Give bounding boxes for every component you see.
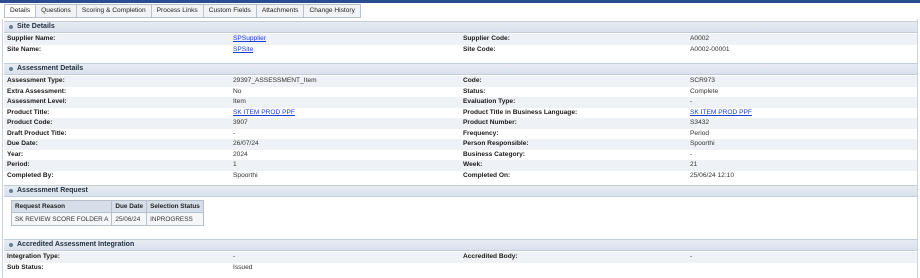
collapse-icon xyxy=(9,189,13,193)
assessment-request-table: Request Reason Due Date Selection Status… xyxy=(10,200,204,226)
field-label: Code: xyxy=(463,77,482,84)
detail-row: Product Code: 3907 Product Number: S3432 xyxy=(4,118,917,129)
field-value: Item xyxy=(233,98,246,105)
accredited-integration-header[interactable]: Accredited Assessment Integration xyxy=(4,239,917,251)
field-label: Sub Status: xyxy=(7,263,44,271)
table-header-row: Request Reason Due Date Selection Status xyxy=(10,200,204,213)
section-title: Assessment Request xyxy=(17,187,88,194)
field-value: Complete xyxy=(690,87,719,95)
detail-row: Year: 2024 Business Category: - xyxy=(4,150,917,161)
assessment-request-header[interactable]: Assessment Request xyxy=(4,185,917,197)
top-accent-bar xyxy=(0,0,920,3)
column-header[interactable]: Due Date xyxy=(111,200,148,213)
field-label: Completed On: xyxy=(463,171,511,179)
field-label: Frequency: xyxy=(463,129,499,137)
field-label: Extra Assessment: xyxy=(7,87,67,95)
field-value: - xyxy=(690,150,693,158)
detail-row: Due Date: 26/07/24 Person Responsible: S… xyxy=(4,139,917,150)
detail-row: Completed By: Spoorthi Completed On: 25/… xyxy=(4,171,917,182)
field-label: Assessment Type: xyxy=(7,77,65,84)
field-value: Spoorthi xyxy=(233,171,258,179)
tab-attachments[interactable]: Attachments xyxy=(256,4,305,18)
collapse-icon xyxy=(9,25,13,29)
field-value: - xyxy=(233,129,236,137)
field-label: Supplier Name: xyxy=(7,35,56,42)
detail-row: Draft Product Title: - Frequency: Period xyxy=(4,129,917,140)
field-label: Product Number: xyxy=(463,119,517,126)
table-cell: 25/06/24 xyxy=(111,212,148,226)
section-title: Accredited Assessment Integration xyxy=(17,241,135,248)
table-cell: INPROGRESS xyxy=(146,212,204,226)
product-title-link[interactable]: SK ITEM PROD PPF xyxy=(233,108,295,118)
field-value: A0002 xyxy=(690,35,710,42)
field-value: 2024 xyxy=(233,150,248,158)
tab-questions[interactable]: Questions xyxy=(36,4,77,18)
section-title: Assessment Details xyxy=(17,65,84,72)
field-value: Period xyxy=(690,129,710,137)
details-panel: Site Details Supplier Name: SPSupplier S… xyxy=(2,19,918,278)
column-header[interactable]: Request Reason xyxy=(10,200,113,213)
field-label: Site Name: xyxy=(7,45,42,53)
assessment-details-header[interactable]: Assessment Details xyxy=(4,63,917,75)
field-label: Due Date: xyxy=(7,140,38,147)
table-row[interactable]: SK REVIEW SCORE FOLDER A 25/06/24 INPROG… xyxy=(10,212,204,226)
field-label: Week: xyxy=(463,161,483,168)
field-value: 26/07/24 xyxy=(233,140,259,147)
field-value: Spoorthi xyxy=(690,140,715,147)
detail-row: Assessment Level: Item Evaluation Type: … xyxy=(4,97,917,108)
site-name-link[interactable]: SPSite xyxy=(233,45,253,55)
tab-bar: Details Questions Scoring & Completion P… xyxy=(4,4,361,18)
field-value: S3432 xyxy=(690,119,710,126)
detail-row: Product Title: SK ITEM PROD PPF Product … xyxy=(4,108,917,119)
field-label: Draft Product Title: xyxy=(7,129,67,137)
field-label: Business Category: xyxy=(463,150,525,158)
field-value: SCR973 xyxy=(690,77,715,84)
detail-row: Integration Type: - Accredited Body: - xyxy=(4,252,917,263)
field-value: - xyxy=(233,253,236,260)
section-title: Site Details xyxy=(17,23,55,30)
collapse-icon xyxy=(9,243,13,247)
detail-row: Sub Status: Issued xyxy=(4,263,917,274)
field-label: Completed By: xyxy=(7,171,54,179)
tab-process-links[interactable]: Process Links xyxy=(151,4,204,18)
tab-scoring-completion[interactable]: Scoring & Completion xyxy=(76,4,152,18)
field-label: Year: xyxy=(7,150,24,158)
column-header[interactable]: Selection Status xyxy=(146,200,204,213)
field-label: Product Title: xyxy=(7,108,50,116)
supplier-name-link[interactable]: SPSupplier xyxy=(233,34,266,44)
detail-row: Period: 1 Week: 21 xyxy=(4,160,917,171)
field-value: A0002-00001 xyxy=(690,45,730,53)
field-label: Status: xyxy=(463,87,486,95)
field-label: Supplier Code: xyxy=(463,35,510,42)
field-label: Accredited Body: xyxy=(463,253,518,260)
field-value: 1 xyxy=(233,161,237,168)
detail-row: Extra Assessment: No Status: Complete xyxy=(4,87,917,98)
field-label: Period: xyxy=(7,161,30,168)
field-label: Evaluation Type: xyxy=(463,98,516,105)
field-value: 21 xyxy=(690,161,698,168)
field-label: Product Code: xyxy=(7,119,53,126)
tab-details[interactable]: Details xyxy=(4,4,37,18)
field-value: 3907 xyxy=(233,119,248,126)
site-details-header[interactable]: Site Details xyxy=(4,21,917,33)
field-label: Assessment Level: xyxy=(7,98,67,105)
tab-change-history[interactable]: Change History xyxy=(304,4,361,18)
table-cell: SK REVIEW SCORE FOLDER A xyxy=(10,212,113,226)
field-value: 29397_ASSESSMENT_Item xyxy=(233,77,317,84)
product-title-business-link[interactable]: SK ITEM PROD PPF xyxy=(690,108,752,118)
tab-custom-fields[interactable]: Custom Fields xyxy=(203,4,257,18)
field-value: - xyxy=(690,253,693,260)
field-label: Product Title in Business Language: xyxy=(463,108,578,116)
field-value: Issued xyxy=(233,263,253,271)
field-value: 25/06/24 12:10 xyxy=(690,171,734,179)
collapse-icon xyxy=(9,67,13,71)
field-value: No xyxy=(233,87,242,95)
field-label: Person Responsible: xyxy=(463,140,529,147)
detail-row: Supplier Name: SPSupplier Supplier Code:… xyxy=(4,34,917,45)
detail-row: Site Name: SPSite Site Code: A0002-00001 xyxy=(4,45,917,56)
field-label: Integration Type: xyxy=(7,253,60,260)
field-label: Site Code: xyxy=(463,45,496,53)
field-value: - xyxy=(690,98,693,105)
detail-row: Assessment Type: 29397_ASSESSMENT_Item C… xyxy=(4,76,917,87)
